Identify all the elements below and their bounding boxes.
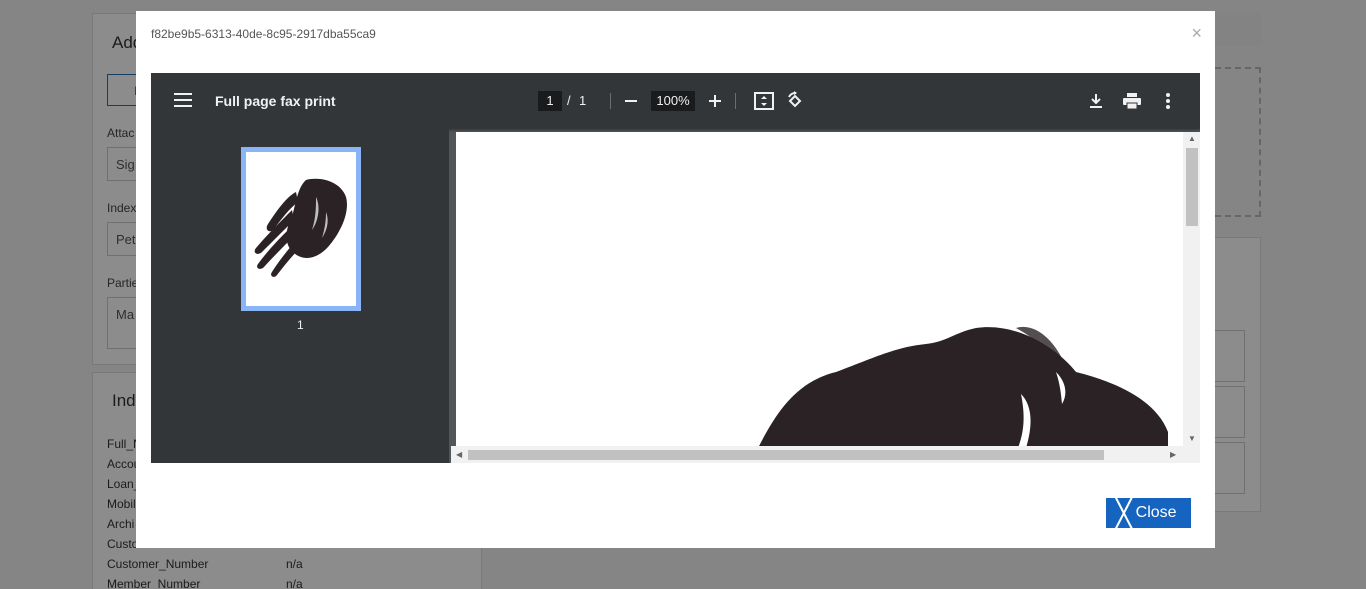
- vertical-scroll-thumb[interactable]: [1186, 148, 1198, 226]
- close-icon[interactable]: ×: [1191, 24, 1202, 42]
- page-thumbnail[interactable]: [241, 147, 361, 311]
- document-title: Full page fax print: [215, 93, 336, 109]
- scroll-up-icon[interactable]: ▲: [1188, 134, 1196, 143]
- rotate-icon[interactable]: [783, 89, 807, 113]
- pdf-modal: f82be9b5-6313-40de-8c95-2917dba55ca9 × F…: [136, 11, 1215, 548]
- zoom-input[interactable]: 100%: [651, 91, 695, 111]
- close-button[interactable]: ╳ Close: [1106, 498, 1191, 528]
- thumbnail-sidebar: 1: [151, 129, 449, 463]
- scroll-right-icon[interactable]: ▶: [1170, 450, 1176, 459]
- horizontal-scrollbar[interactable]: ◀ ▶: [451, 446, 1200, 463]
- zoom-out-icon[interactable]: [619, 89, 643, 113]
- pdf-toolbar: Full page fax print 1 / 1 100%: [151, 73, 1200, 129]
- download-icon[interactable]: [1084, 89, 1108, 113]
- print-icon[interactable]: [1120, 89, 1144, 113]
- more-options-icon[interactable]: [1156, 89, 1180, 113]
- page-total: 1: [579, 93, 587, 108]
- handprint-thumbnail-image: [254, 178, 347, 277]
- zoom-in-icon[interactable]: [703, 89, 727, 113]
- page-separator: /: [567, 93, 571, 108]
- toolbar-divider: [735, 93, 736, 109]
- close-button-label: Close: [1135, 504, 1177, 521]
- menu-icon[interactable]: [174, 93, 192, 107]
- modal-title: f82be9b5-6313-40de-8c95-2917dba55ca9: [151, 27, 376, 41]
- scroll-left-icon[interactable]: ◀: [456, 450, 462, 459]
- page-number-input[interactable]: 1: [538, 91, 562, 111]
- pdf-viewer: Full page fax print 1 / 1 100% 1 ▲ ▼ ◀ ▶: [151, 73, 1200, 463]
- document-area: [451, 132, 1200, 463]
- toolbar-divider: [610, 93, 611, 109]
- horizontal-scroll-thumb[interactable]: [468, 450, 1104, 460]
- document-page: [456, 132, 1184, 448]
- vertical-scrollbar[interactable]: ▲ ▼: [1183, 132, 1200, 446]
- thumbnail-page-number: 1: [297, 318, 304, 332]
- scroll-down-icon[interactable]: ▼: [1188, 434, 1196, 443]
- handprint-page-image: [758, 326, 1168, 448]
- fit-page-icon[interactable]: [752, 89, 776, 113]
- close-button-icon: ╳: [1116, 498, 1132, 528]
